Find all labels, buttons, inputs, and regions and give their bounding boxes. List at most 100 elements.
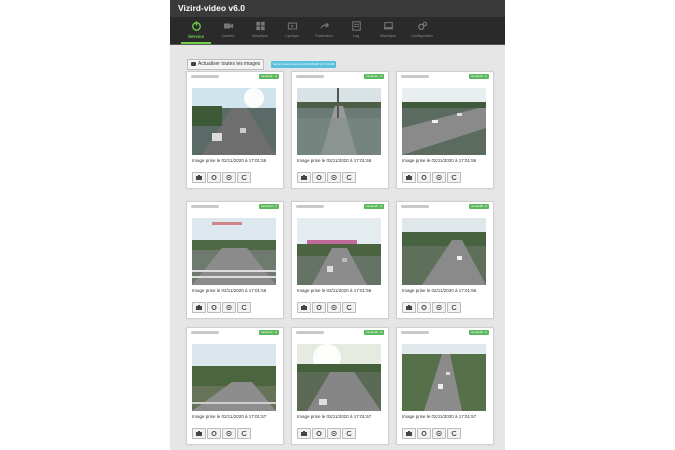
- camera-snapshot[interactable]: [402, 88, 486, 155]
- camera-snapshot[interactable]: [297, 218, 381, 285]
- view-button[interactable]: [222, 172, 236, 183]
- view-button[interactable]: [432, 172, 446, 183]
- refresh-button[interactable]: [342, 428, 356, 439]
- camera-snapshot[interactable]: [297, 344, 381, 411]
- settings-button[interactable]: [207, 172, 221, 183]
- snapshot-button[interactable]: [402, 172, 416, 183]
- gear-icon: [211, 305, 217, 310]
- gears-icon: [417, 21, 427, 31]
- camera-snapshot[interactable]: [297, 88, 381, 155]
- snapshot-button[interactable]: [192, 428, 206, 439]
- nav-item-history[interactable]: Historique: [373, 17, 403, 44]
- gear-icon: [421, 175, 427, 180]
- target-icon: [331, 305, 337, 310]
- camera-card: caméra9 - 0 Image prise le 02/11/2020 à …: [396, 327, 494, 445]
- camera-name-redacted: [401, 75, 429, 78]
- gear-icon: [316, 431, 322, 436]
- camera-card: caméra5 - 0 Image prise le 02/11/2020 à …: [291, 201, 389, 319]
- refresh-button[interactable]: [342, 172, 356, 183]
- view-button[interactable]: [327, 302, 341, 313]
- gear-icon: [421, 305, 427, 310]
- camera-icon: [196, 305, 202, 310]
- snapshot-button[interactable]: [297, 428, 311, 439]
- refresh-button[interactable]: [237, 302, 251, 313]
- refresh-button[interactable]: [237, 172, 251, 183]
- snapshot-button[interactable]: [297, 172, 311, 183]
- status-badge: caméra6 - 0: [468, 204, 489, 209]
- view-button[interactable]: [222, 428, 236, 439]
- nav-label: Service: [187, 34, 204, 39]
- refresh-icon: [451, 305, 457, 310]
- share-icon: [319, 22, 329, 30]
- camera-snapshot[interactable]: [402, 218, 486, 285]
- settings-button[interactable]: [312, 172, 326, 183]
- video-camera-icon: [223, 23, 233, 29]
- gear-icon: [316, 305, 322, 310]
- gear-icon: [211, 175, 217, 180]
- refresh-button[interactable]: [342, 302, 356, 313]
- snapshot-button[interactable]: [192, 172, 206, 183]
- refresh-icon: [241, 431, 247, 436]
- refresh-button[interactable]: [447, 172, 461, 183]
- view-button[interactable]: [432, 302, 446, 313]
- camera-card: caméra2 - 0 Image prise le 02/11/2020 à …: [291, 71, 389, 189]
- refresh-icon: [241, 305, 247, 310]
- nav-item-log[interactable]: Log: [341, 17, 371, 44]
- camera-snapshot[interactable]: [402, 344, 486, 411]
- nav-item-mosaic[interactable]: Mosaïque: [245, 17, 275, 44]
- snapshot-button[interactable]: [192, 302, 206, 313]
- settings-button[interactable]: [417, 302, 431, 313]
- nav-label: Cyclique: [285, 34, 299, 38]
- nav-label: Publication: [315, 34, 333, 38]
- status-badge: caméra3 - 0: [468, 74, 489, 79]
- snapshot-caption: Image prise le 02/11/2020 à 17:01:56: [192, 288, 267, 293]
- view-button[interactable]: [222, 302, 236, 313]
- snapshot-button[interactable]: [402, 428, 416, 439]
- snapshot-caption: Image prise le 02/11/2020 à 17:01:56: [192, 158, 267, 163]
- snapshot-caption: Image prise le 02/11/2020 à 17:01:57: [402, 414, 477, 419]
- settings-button[interactable]: [417, 172, 431, 183]
- log-icon: [351, 21, 361, 31]
- history-icon: [383, 22, 393, 30]
- view-button[interactable]: [327, 428, 341, 439]
- settings-button[interactable]: [207, 428, 221, 439]
- nav-item-cyclic[interactable]: Cyclique: [277, 17, 307, 44]
- snapshot-button[interactable]: [297, 302, 311, 313]
- status-badge: caméra7 - 0: [258, 330, 279, 335]
- view-button[interactable]: [327, 172, 341, 183]
- view-button[interactable]: [432, 428, 446, 439]
- refresh-icon: [241, 175, 247, 180]
- camera-name-redacted: [191, 331, 219, 334]
- camera-icon: [196, 175, 202, 180]
- settings-button[interactable]: [207, 302, 221, 313]
- nav-item-service[interactable]: Service: [181, 17, 211, 44]
- camera-name-redacted: [191, 205, 219, 208]
- gear-icon: [421, 431, 427, 436]
- refresh-button[interactable]: [447, 428, 461, 439]
- refresh-icon: [346, 175, 352, 180]
- settings-button[interactable]: [312, 428, 326, 439]
- refresh-button[interactable]: [237, 428, 251, 439]
- gear-icon: [211, 431, 217, 436]
- refresh-button[interactable]: [447, 302, 461, 313]
- camera-snapshot[interactable]: [192, 344, 276, 411]
- nav-item-configuration[interactable]: Configuration: [407, 17, 437, 44]
- status-badge: caméra8 - 0: [363, 330, 384, 335]
- camera-snapshot[interactable]: [192, 218, 276, 285]
- main-nav: Service Caméra Mosaïque Cyclique Publica…: [170, 17, 505, 45]
- target-icon: [331, 175, 337, 180]
- nav-label: Historique: [379, 34, 397, 38]
- settings-button[interactable]: [417, 428, 431, 439]
- refresh-icon: [346, 431, 352, 436]
- camera-snapshot[interactable]: [192, 88, 276, 155]
- target-icon: [226, 305, 232, 310]
- camera-icon: [406, 175, 412, 180]
- camera-name-redacted: [296, 75, 324, 78]
- nav-item-publication[interactable]: Publication: [309, 17, 339, 44]
- nav-item-camera[interactable]: Caméra: [213, 17, 243, 44]
- settings-button[interactable]: [312, 302, 326, 313]
- service-status-badge: Service lancé depuis le 02/11/2020 à 17:…: [270, 61, 337, 69]
- camera-name-redacted: [401, 331, 429, 334]
- snapshot-button[interactable]: [402, 302, 416, 313]
- refresh-all-button[interactable]: Actualiser toutes les images: [187, 59, 265, 71]
